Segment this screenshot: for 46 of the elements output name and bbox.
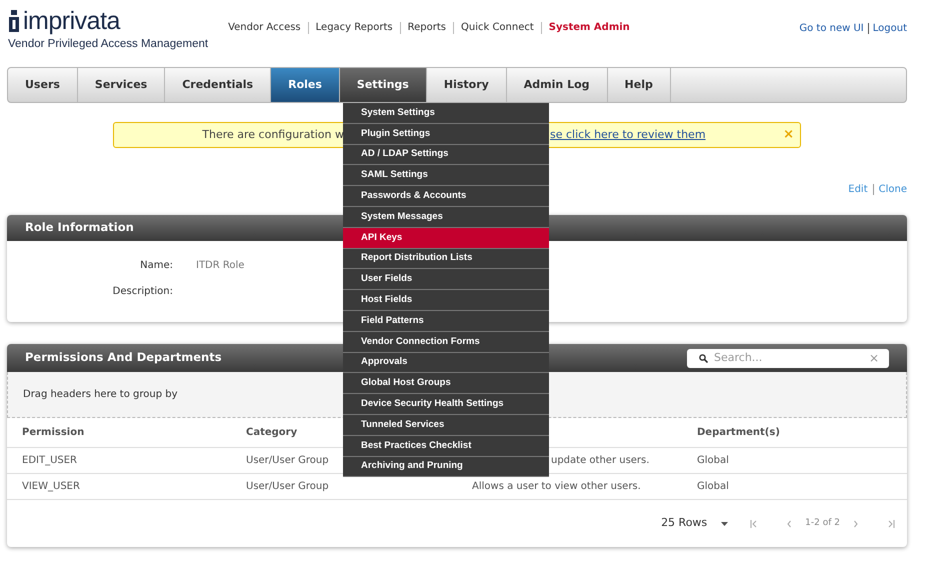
page-range: 1-2 of 2 bbox=[805, 516, 840, 530]
nav-tab[interactable]: History bbox=[426, 68, 507, 102]
last-page-icon[interactable] bbox=[888, 520, 895, 528]
table-cell: update other users. bbox=[551, 455, 650, 466]
menu-item[interactable]: API Keys bbox=[343, 228, 549, 249]
field-label: Name: bbox=[139, 258, 173, 272]
nav-link[interactable]: Legacy Reports bbox=[308, 22, 400, 34]
table-cell: Allows a user to view other users. bbox=[472, 481, 641, 492]
column-header[interactable]: Permission bbox=[22, 427, 84, 438]
table-cell: User/User Group bbox=[246, 455, 329, 466]
next-page-icon[interactable] bbox=[854, 520, 858, 528]
table-cell: User/User Group bbox=[246, 481, 329, 492]
page-size-select[interactable]: 25 Rows bbox=[661, 515, 708, 532]
card-title: Permissions And Departments bbox=[25, 349, 222, 366]
header-link[interactable]: Logout bbox=[868, 22, 907, 34]
field-value: ITDR Role bbox=[195, 258, 244, 272]
logo-subtitle: Vendor Privileged Access Management bbox=[8, 37, 208, 52]
logo-icon bbox=[8, 10, 20, 32]
action-link[interactable]: Clone bbox=[872, 184, 907, 195]
nav-tab[interactable]: Settings bbox=[340, 68, 427, 102]
search-icon bbox=[699, 354, 708, 362]
first-page-icon[interactable] bbox=[750, 520, 758, 528]
table-cell: Global bbox=[697, 481, 729, 492]
logo-wordmark: imprivata bbox=[23, 10, 120, 32]
nav-tab[interactable]: Services bbox=[78, 68, 166, 102]
nav-link[interactable]: System Admin bbox=[540, 22, 637, 34]
nav-tab[interactable]: Users bbox=[8, 68, 78, 102]
caret-icon[interactable] bbox=[721, 522, 728, 526]
alert-text: There are configuration w bbox=[201, 126, 344, 143]
table-cell: EDIT_USER bbox=[22, 455, 78, 466]
column-header[interactable]: Category bbox=[246, 427, 298, 438]
card-title: Role Information bbox=[25, 219, 134, 236]
column-header[interactable]: Department(s) bbox=[697, 427, 780, 438]
nav-tab[interactable]: Admin Log bbox=[506, 68, 608, 102]
nav-link[interactable]: Reports bbox=[400, 22, 453, 34]
nav-link[interactable]: Vendor Access bbox=[228, 22, 308, 34]
table-cell: VIEW_USER bbox=[22, 481, 80, 492]
nav-link[interactable]: Quick Connect bbox=[452, 22, 541, 34]
alert-link[interactable]: se click here to review them bbox=[550, 126, 706, 144]
nav-tab[interactable]: Roles bbox=[271, 68, 340, 102]
table-cell: Global bbox=[697, 455, 729, 466]
header-link[interactable]: Go to new UI bbox=[795, 22, 868, 34]
group-hint: Drag headers here to group by bbox=[23, 388, 178, 402]
previous-page-icon[interactable] bbox=[787, 520, 792, 528]
nav-tab[interactable]: Help bbox=[608, 68, 671, 102]
field-label: Description: bbox=[112, 284, 173, 298]
